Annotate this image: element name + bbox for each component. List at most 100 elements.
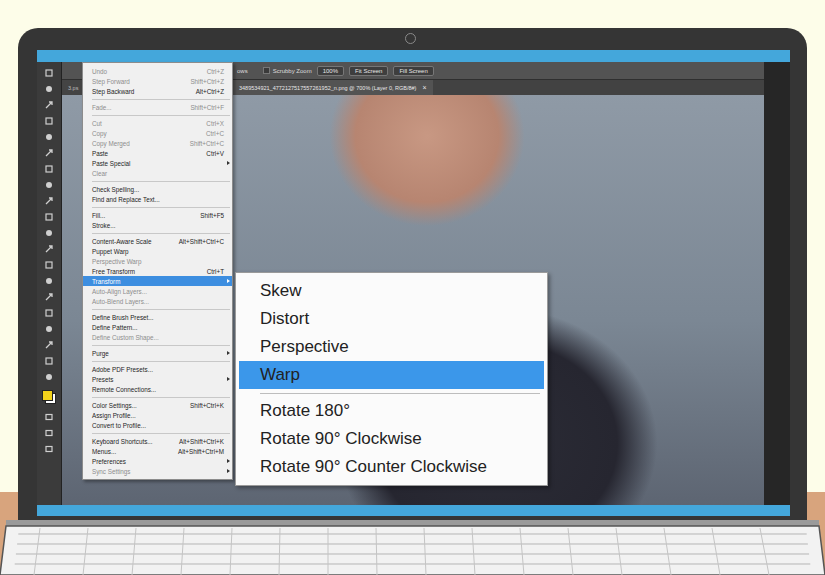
tool-icon[interactable] — [44, 292, 54, 302]
menu-item[interactable]: CopyCtrl+C — [83, 128, 232, 138]
menu-item[interactable]: Step ForwardShift+Ctrl+Z — [83, 76, 232, 86]
scrubby-zoom-checkbox[interactable]: Scrubby Zoom — [263, 67, 312, 74]
options-button[interactable]: Fill Screen — [393, 66, 433, 76]
submenu-arrow-icon — [227, 459, 230, 463]
menu-separator — [92, 309, 230, 310]
tool-icon[interactable] — [44, 132, 54, 142]
submenu-arrow-icon — [227, 351, 230, 355]
menu-item[interactable]: Auto-Align Layers... — [83, 286, 232, 296]
menu-item[interactable]: Transform — [83, 276, 232, 286]
submenu-arrow-icon — [227, 377, 230, 381]
menu-item[interactable]: Check Spelling... — [83, 184, 232, 194]
menu-item[interactable]: CutCtrl+X — [83, 118, 232, 128]
panel-edge — [764, 62, 790, 505]
submenu-item[interactable]: Rotate 90° Counter Clockwise — [239, 453, 544, 481]
document-tab[interactable]: 3489534921_4772127517557261952_n.png @ 7… — [233, 80, 433, 95]
menu-separator — [92, 433, 230, 434]
transform-submenu: SkewDistortPerspectiveWarpRotate 180°Rot… — [235, 272, 548, 486]
checkbox-label: Scrubby Zoom — [273, 68, 312, 74]
tool-icon[interactable] — [44, 148, 54, 158]
submenu-arrow-icon — [227, 469, 230, 473]
submenu-item[interactable]: Warp — [239, 361, 544, 389]
menu-item[interactable]: Fill...Shift+F5 — [83, 210, 232, 220]
menu-separator — [92, 181, 230, 182]
edit-menu: UndoCtrl+ZStep ForwardShift+Ctrl+ZStep B… — [82, 62, 233, 480]
menu-separator — [92, 345, 230, 346]
menu-separator — [92, 115, 230, 116]
tool-icon[interactable] — [44, 372, 54, 382]
tool-icon[interactable] — [44, 276, 54, 286]
menu-item[interactable]: Assign Profile... — [83, 410, 232, 420]
tool-icon[interactable] — [44, 324, 54, 334]
laptop: ows Scrubby Zoom 100% Fit Screen Fill Screen… — [18, 28, 807, 525]
menu-item[interactable]: Keyboard Shortcuts...Alt+Shift+Ctrl+K — [83, 436, 232, 446]
foreground-color[interactable] — [42, 390, 53, 401]
tool-icon[interactable] — [44, 260, 54, 270]
tool-icon[interactable] — [44, 212, 54, 222]
menu-item[interactable]: Step BackwardAlt+Ctrl+Z — [83, 86, 232, 96]
menu-item[interactable]: Clear — [83, 168, 232, 178]
options-button[interactable]: 100% — [317, 66, 344, 76]
submenu-arrow-icon — [227, 279, 230, 283]
tool-icon[interactable] — [44, 412, 54, 422]
menu-item[interactable]: Sync Settings — [83, 466, 232, 476]
menu-separator — [92, 99, 230, 100]
menu-item[interactable]: Fade...Shift+Ctrl+F — [83, 102, 232, 112]
options-button[interactable]: Fit Screen — [349, 66, 388, 76]
menu-item[interactable]: Color Settings...Shift+Ctrl+K — [83, 400, 232, 410]
menu-item[interactable]: Content-Aware ScaleAlt+Shift+Ctrl+C — [83, 236, 232, 246]
tool-icon[interactable] — [44, 164, 54, 174]
menu-item[interactable]: Find and Replace Text... — [83, 194, 232, 204]
screen-top-strip — [37, 50, 790, 62]
close-tab-button[interactable]: × — [422, 84, 426, 91]
menu-item[interactable]: PasteCtrl+V — [83, 148, 232, 158]
submenu-item[interactable]: Distort — [239, 305, 544, 333]
menu-item[interactable]: Define Brush Preset... — [83, 312, 232, 322]
menu-item[interactable]: Purge — [83, 348, 232, 358]
menu-item[interactable]: Free TransformCtrl+T — [83, 266, 232, 276]
tool-icon[interactable] — [44, 444, 54, 454]
tool-icon[interactable] — [44, 196, 54, 206]
tool-icon[interactable] — [44, 84, 54, 94]
submenu-arrow-icon — [227, 161, 230, 165]
menu-separator — [260, 393, 540, 394]
menu-item[interactable]: Paste Special — [83, 158, 232, 168]
submenu-item[interactable]: Rotate 90° Clockwise — [239, 425, 544, 453]
menu-item[interactable]: Convert to Profile... — [83, 420, 232, 430]
menu-item[interactable]: Define Pattern... — [83, 322, 232, 332]
checkbox-box[interactable] — [263, 67, 270, 74]
menu-separator — [92, 397, 230, 398]
tool-icon[interactable] — [44, 116, 54, 126]
menu-item[interactable]: Presets — [83, 374, 232, 384]
menu-item[interactable]: Adobe PDF Presets... — [83, 364, 232, 374]
menu-item[interactable]: Remote Connections... — [83, 384, 232, 394]
tool-icon[interactable] — [44, 428, 54, 438]
menu-item[interactable]: UndoCtrl+Z — [83, 66, 232, 76]
menu-item[interactable]: Preferences — [83, 456, 232, 466]
menu-item[interactable]: Stroke... — [83, 220, 232, 230]
laptop-bezel: ows Scrubby Zoom 100% Fit Screen Fill Screen… — [18, 28, 807, 525]
options-label: ows — [237, 68, 248, 74]
tool-icon[interactable] — [44, 100, 54, 110]
tool-icon[interactable] — [44, 228, 54, 238]
tool-icon[interactable] — [44, 244, 54, 254]
menu-item[interactable]: Auto-Blend Layers... — [83, 296, 232, 306]
tool-icon[interactable] — [44, 308, 54, 318]
menu-item[interactable]: Puppet Warp — [83, 246, 232, 256]
menu-item[interactable]: Menus...Alt+Shift+Ctrl+M — [83, 446, 232, 456]
screen: ows Scrubby Zoom 100% Fit Screen Fill Screen… — [37, 50, 790, 516]
tool-icon[interactable] — [44, 356, 54, 366]
menu-item[interactable]: Copy MergedShift+Ctrl+C — [83, 138, 232, 148]
tool-icon[interactable] — [44, 68, 54, 78]
submenu-item[interactable]: Perspective — [239, 333, 544, 361]
tool-icon[interactable] — [44, 340, 54, 350]
keyboard-base — [0, 520, 825, 575]
menu-item[interactable]: Define Custom Shape... — [83, 332, 232, 342]
menu-separator — [92, 361, 230, 362]
submenu-item[interactable]: Skew — [239, 277, 544, 305]
submenu-item[interactable]: Rotate 180° — [239, 397, 544, 425]
tool-icon[interactable] — [44, 180, 54, 190]
menu-item[interactable]: Perspective Warp — [83, 256, 232, 266]
color-swatch[interactable] — [42, 390, 56, 404]
tab-label: 3489534921_4772127517557261952_n.png @ 7… — [239, 85, 416, 91]
